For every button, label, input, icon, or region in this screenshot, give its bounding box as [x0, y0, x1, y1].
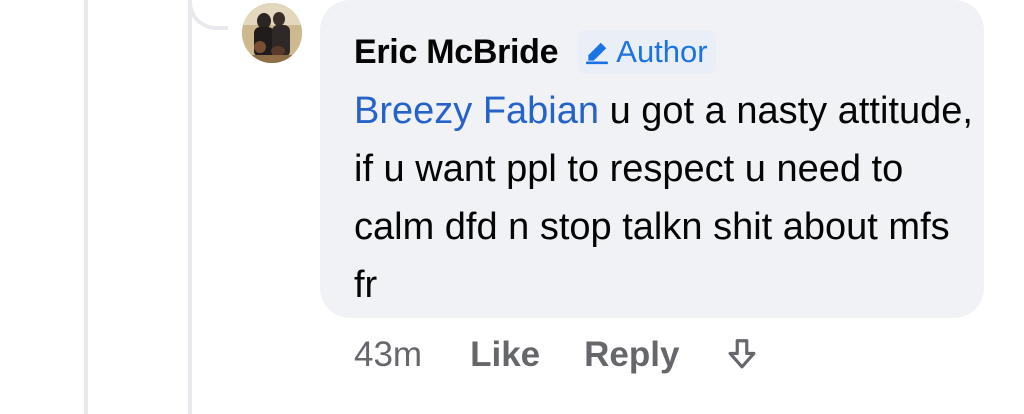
comment-timestamp[interactable]: 43m: [354, 335, 422, 375]
avatar-photo: [242, 3, 302, 63]
author-badge-label: Author: [616, 34, 708, 69]
pencil-icon: [586, 42, 609, 65]
like-button[interactable]: Like: [470, 335, 540, 375]
avatar[interactable]: [242, 3, 302, 63]
comment-body: Breezy Fabian u got a nasty attitude, if…: [354, 82, 974, 314]
thread-line: [84, 0, 88, 414]
author-badge: Author: [578, 30, 716, 74]
share-arrow-icon: [728, 339, 756, 369]
share-button[interactable]: [723, 336, 761, 374]
comment-actions: 43m Like Reply: [354, 330, 761, 380]
reply-button[interactable]: Reply: [584, 335, 679, 375]
mention-link[interactable]: Breezy Fabian: [354, 90, 599, 132]
comment-author-name[interactable]: Eric McBride: [354, 33, 559, 72]
comment-bubble: Eric McBride Author Breezy Fabian u got …: [320, 0, 984, 318]
reply-connector: [188, 0, 228, 30]
reply-thread-line: [188, 0, 192, 414]
comment-header: Eric McBride Author: [354, 28, 950, 76]
